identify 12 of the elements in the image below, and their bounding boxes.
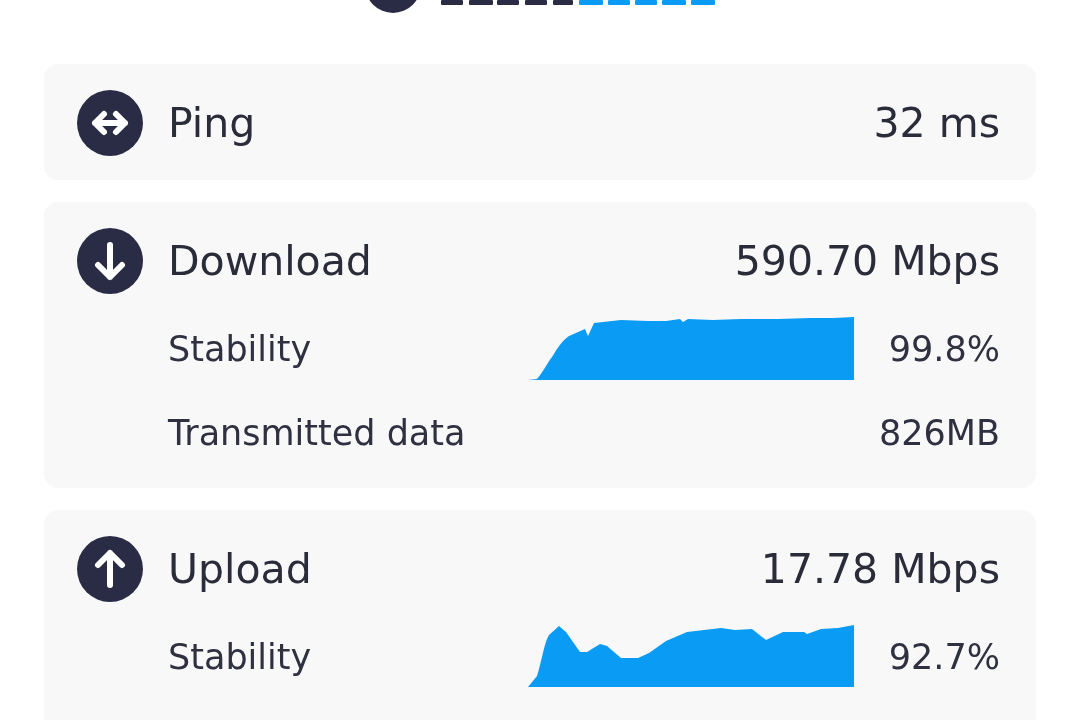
metric-value: 590.70 Mbps [734, 237, 1000, 285]
metric-label: Ping [168, 99, 256, 147]
detail-label: Stability [168, 328, 312, 369]
detail-label: Transmitted data [168, 413, 466, 453]
metric-label: Upload [168, 545, 312, 593]
metric-label: Download [168, 237, 372, 285]
metric-value: 17.78 Mbps [760, 545, 1000, 593]
detail-value: 99.8% [888, 328, 1000, 369]
detail-value: 92.7% [888, 636, 1000, 677]
detail-value: 826MB [879, 413, 1000, 453]
metric-value: 32 ms [873, 99, 1000, 147]
detail-label: Stability [168, 636, 312, 677]
